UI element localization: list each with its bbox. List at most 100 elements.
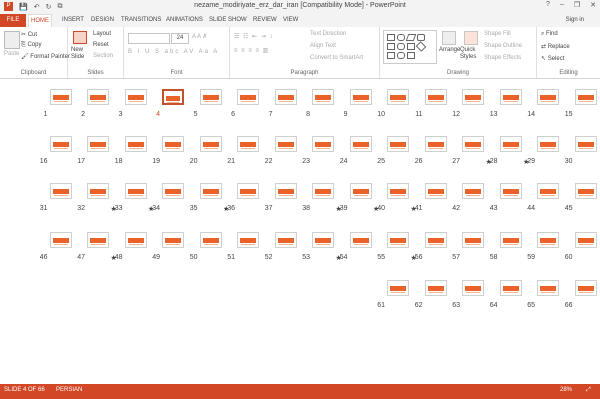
tab-review[interactable]: REVIEW xyxy=(253,14,277,27)
shape-fill-button[interactable]: Shape Fill xyxy=(484,31,511,37)
font-size-input[interactable]: 24 xyxy=(171,33,189,44)
slide-thumbnail[interactable] xyxy=(537,89,559,105)
slide-thumbnail[interactable] xyxy=(499,183,522,199)
align-text-button[interactable]: Align Text xyxy=(310,43,336,49)
zoom-fit-icon[interactable]: ⤢ xyxy=(586,387,591,394)
slide-thumbnail[interactable] xyxy=(199,232,222,248)
slide-thumbnail[interactable] xyxy=(387,89,409,105)
convert-smartart-button[interactable]: Convert to SmartArt xyxy=(310,55,363,61)
list-buttons-icon[interactable]: ☰ ☷ ⇤ ⇥ ↕ xyxy=(234,33,273,40)
slide-thumbnail[interactable] xyxy=(199,183,222,199)
slide-thumbnail[interactable] xyxy=(499,232,522,248)
slide-thumbnail[interactable] xyxy=(537,232,559,248)
slide-thumbnail[interactable] xyxy=(462,183,484,199)
slide-thumbnail[interactable] xyxy=(537,280,559,296)
minimize-button[interactable]: – xyxy=(560,1,564,9)
format-painter-button[interactable]: 🖌 Format Painter xyxy=(21,53,70,60)
arrange-button[interactable]: Arrange xyxy=(439,47,460,53)
slide-thumbnail[interactable] xyxy=(574,280,597,296)
slide-thumbnail[interactable] xyxy=(537,183,559,199)
slide-thumbnail[interactable] xyxy=(462,89,484,105)
tab-view[interactable]: VIEW xyxy=(283,14,298,27)
tab-design[interactable]: DESIGN xyxy=(91,14,114,27)
slide-thumbnail[interactable] xyxy=(87,136,109,152)
slide-thumbnail[interactable] xyxy=(499,280,522,296)
slide-thumbnail[interactable] xyxy=(312,232,334,248)
slide-thumbnail[interactable] xyxy=(124,89,147,105)
font-name-input[interactable] xyxy=(128,33,170,44)
tab-slide-show[interactable]: SLIDE SHOW xyxy=(209,14,247,27)
slide-thumbnail[interactable] xyxy=(574,136,597,152)
slide-thumbnail[interactable] xyxy=(574,183,597,199)
slide-thumbnail[interactable] xyxy=(199,136,222,152)
slide-thumbnail[interactable] xyxy=(237,232,259,248)
slide-thumbnail[interactable] xyxy=(237,136,259,152)
replace-button[interactable]: ⇄ Replace xyxy=(541,43,570,50)
restore-button[interactable]: ❐ xyxy=(574,1,580,9)
slide-thumbnail[interactable] xyxy=(424,232,447,248)
tab-home[interactable]: HOME xyxy=(28,14,52,27)
slide-thumbnail[interactable] xyxy=(124,232,147,248)
alignment-buttons-icon[interactable]: ≡ ≡ ≡ ≡ ▥ xyxy=(234,47,269,54)
quick-styles-button[interactable]: Quick Styles xyxy=(460,47,480,61)
paste-button[interactable]: Paste xyxy=(4,51,19,57)
slide-thumbnail[interactable] xyxy=(424,280,447,296)
slide-thumbnail[interactable] xyxy=(349,136,372,152)
copy-button[interactable]: ⎘ Copy xyxy=(21,42,41,49)
find-button[interactable]: ⌕ Find xyxy=(541,31,558,38)
slide-thumbnail[interactable] xyxy=(462,232,484,248)
slide-thumbnail[interactable] xyxy=(462,280,484,296)
slide-thumbnail[interactable] xyxy=(274,89,297,105)
slide-thumbnail[interactable] xyxy=(124,136,147,152)
slide-thumbnail[interactable] xyxy=(237,89,259,105)
tab-animations[interactable]: ANIMATIONS xyxy=(166,14,203,27)
slide-thumbnail[interactable] xyxy=(199,89,222,105)
font-format-buttons-icon[interactable]: B I U S abc AV Aa A xyxy=(128,49,219,55)
slide-thumbnail[interactable] xyxy=(237,183,259,199)
slide-thumbnail[interactable] xyxy=(274,232,297,248)
help-icon[interactable]: ? xyxy=(546,1,550,9)
text-direction-button[interactable]: Text Direction xyxy=(310,31,346,37)
zoom-level[interactable]: 28% xyxy=(560,387,572,393)
slide-thumbnail[interactable] xyxy=(49,183,72,199)
slide-thumbnail[interactable] xyxy=(312,89,334,105)
slide-thumbnail[interactable] xyxy=(87,232,109,248)
section-button[interactable]: Section xyxy=(93,53,113,59)
slide-thumbnail[interactable] xyxy=(162,89,184,105)
slide-thumbnail[interactable] xyxy=(462,136,484,152)
tab-file[interactable]: FILE xyxy=(0,14,26,27)
slide-thumbnail[interactable] xyxy=(537,136,559,152)
layout-button[interactable]: Layout xyxy=(93,31,111,37)
slide-thumbnail[interactable] xyxy=(349,89,372,105)
select-button[interactable]: ↖ Select xyxy=(541,55,564,62)
slide-thumbnail[interactable] xyxy=(574,232,597,248)
cut-button[interactable]: ✂ Cut xyxy=(21,31,37,38)
language-indicator[interactable]: PERSIAN xyxy=(56,387,82,393)
slide-thumbnail[interactable] xyxy=(424,183,447,199)
slide-thumbnail[interactable] xyxy=(387,136,409,152)
slide-thumbnail[interactable] xyxy=(349,232,372,248)
slide-thumbnail[interactable] xyxy=(499,89,522,105)
shape-outline-button[interactable]: Shape Outline xyxy=(484,43,522,49)
slide-thumbnail[interactable] xyxy=(499,136,522,152)
slide-thumbnail[interactable] xyxy=(574,89,597,105)
tab-insert[interactable]: INSERT xyxy=(62,14,84,27)
slide-thumbnail[interactable] xyxy=(349,183,372,199)
shapes-gallery[interactable] xyxy=(383,30,437,64)
slide-thumbnail[interactable] xyxy=(274,183,297,199)
slide-thumbnail[interactable] xyxy=(87,89,109,105)
close-button[interactable]: ✕ xyxy=(590,1,596,9)
slide-thumbnail[interactable] xyxy=(387,183,409,199)
reset-button[interactable]: Reset xyxy=(93,42,109,48)
slide-thumbnail[interactable] xyxy=(49,232,72,248)
slide-thumbnail[interactable] xyxy=(49,89,72,105)
slide-thumbnail[interactable] xyxy=(124,183,147,199)
sign-in-link[interactable]: Sign in xyxy=(566,17,584,23)
slide-thumbnail[interactable] xyxy=(162,136,184,152)
new-slide-button[interactable]: New Slide xyxy=(71,47,91,61)
slide-thumbnail[interactable] xyxy=(312,183,334,199)
font-size-buttons-icon[interactable]: A A ✗ xyxy=(192,33,207,40)
tab-transitions[interactable]: TRANSITIONS xyxy=(121,14,161,27)
slide-thumbnail[interactable] xyxy=(274,136,297,152)
slide-thumbnail[interactable] xyxy=(387,232,409,248)
